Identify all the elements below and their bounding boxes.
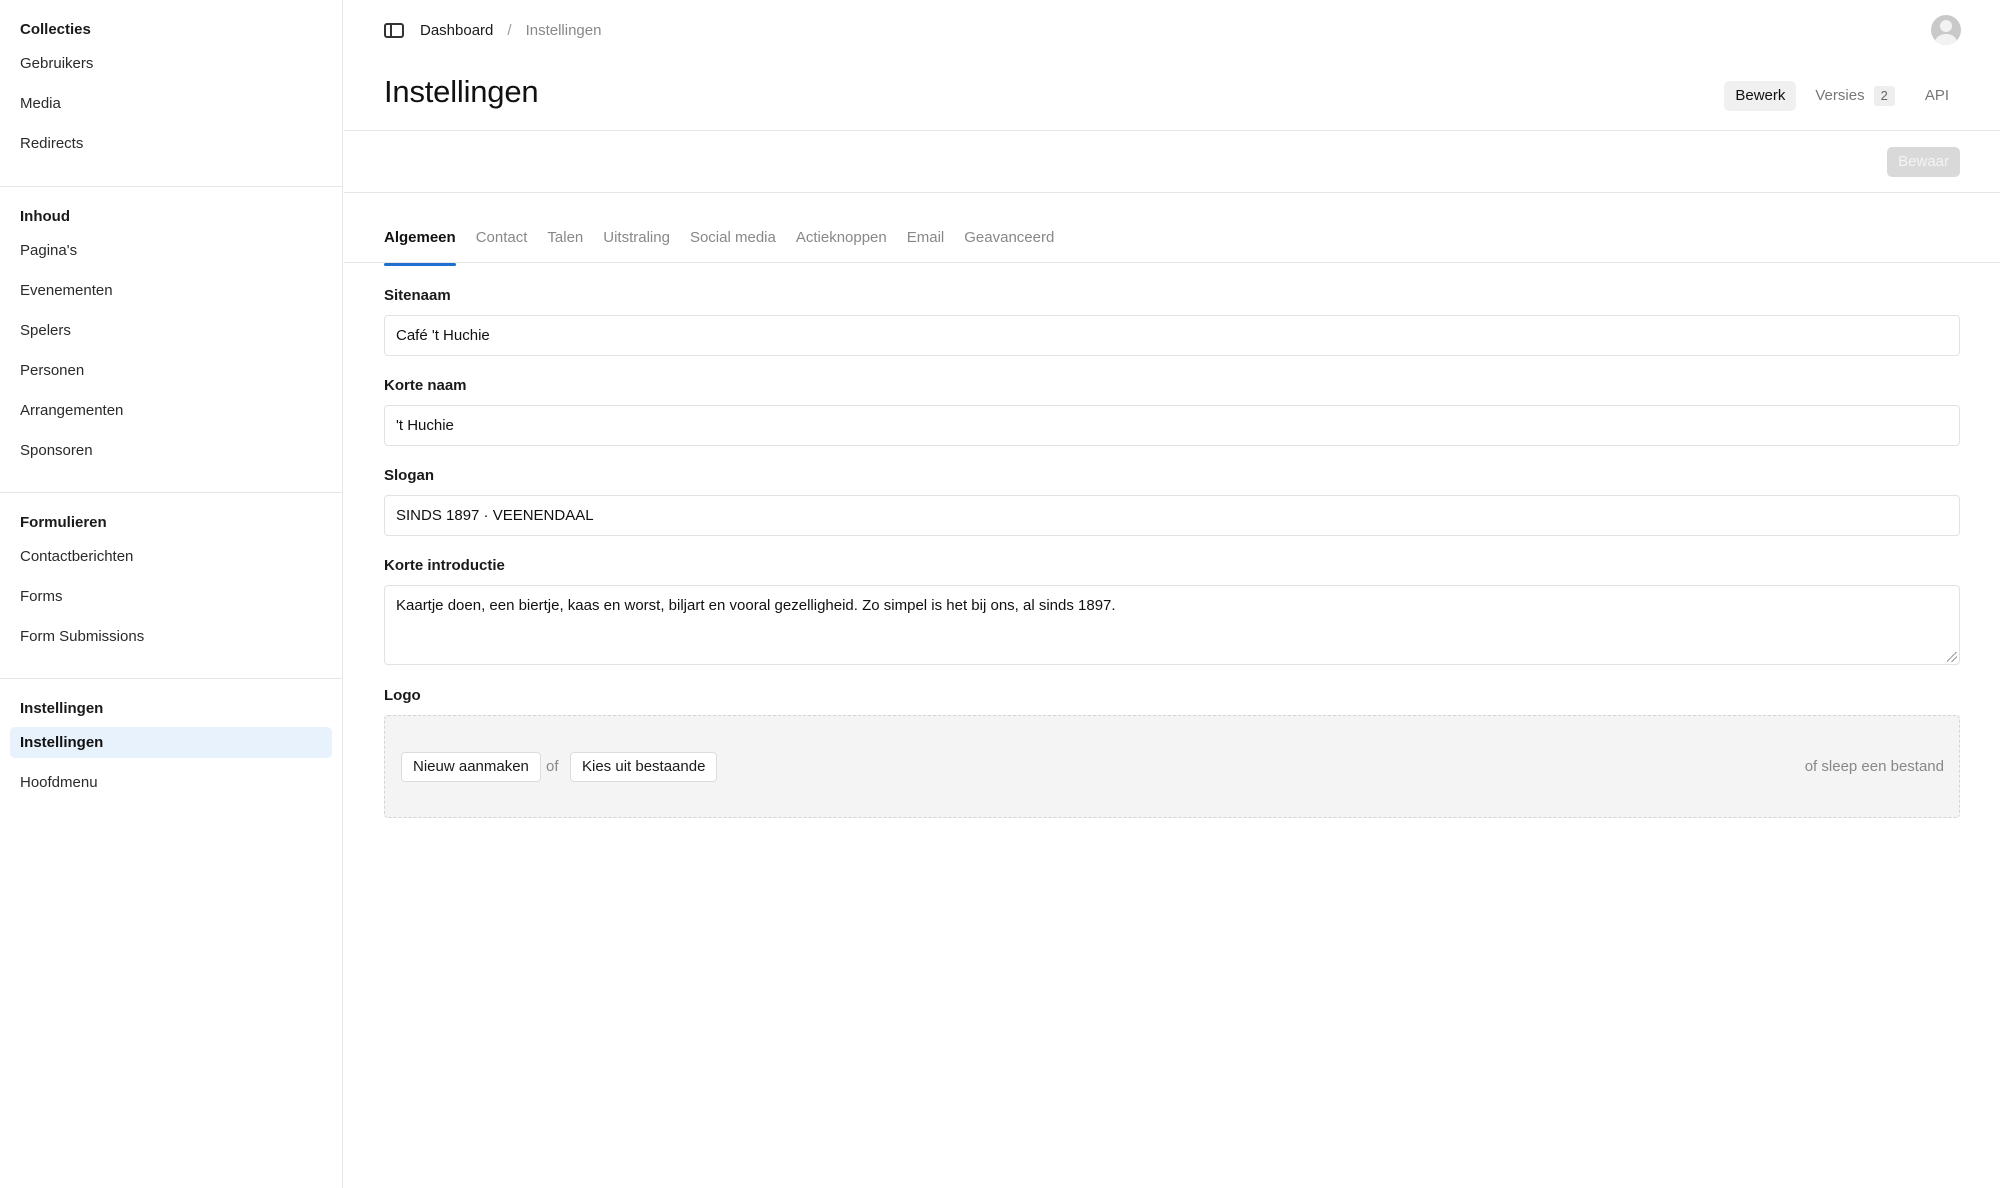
nav-group-title: Instellingen <box>20 700 104 717</box>
main-content: Dashboard / Instellingen Instellingen Be… <box>344 0 2000 1188</box>
choose-existing-button[interactable]: Kies uit bestaande <box>570 752 718 782</box>
tab-contact[interactable]: Contact <box>476 224 528 264</box>
tab-social-media[interactable]: Social media <box>690 224 776 264</box>
view-tab-api-label: API <box>1924 87 1949 104</box>
header-divider <box>344 130 2000 131</box>
sidebar-item-form-submissions[interactable]: Form Submissions <box>10 621 332 652</box>
sidebar-item-instellingen[interactable]: Instellingen <box>10 727 332 758</box>
sidebar-item-arrangementen[interactable]: Arrangementen <box>10 395 332 426</box>
drop-file-hint: of sleep een bestand <box>1804 758 1944 775</box>
view-tab-versions-label: Versies <box>1815 87 1865 104</box>
versions-count-badge: 2 <box>1873 86 1895 106</box>
tabs-divider <box>344 262 2000 263</box>
nav-group-inhoud: Inhoud Pagina's Evenementen Spelers Pers… <box>0 187 342 493</box>
breadcrumb-dashboard[interactable]: Dashboard <box>420 22 493 39</box>
sidebar-toggle-icon[interactable] <box>384 22 404 38</box>
nav-group-title: Collecties <box>20 21 91 38</box>
sidebar-item-gebruikers[interactable]: Gebruikers <box>10 48 332 79</box>
sidebar-item-hoofdmenu[interactable]: Hoofdmenu <box>10 767 332 798</box>
nav-group-formulieren: Formulieren Contactberichten Forms Form … <box>0 493 342 679</box>
sidebar-item-sponsoren[interactable]: Sponsoren <box>10 435 332 466</box>
settings-tabs: Algemeen Contact Talen Uitstraling Socia… <box>384 224 1054 266</box>
sidebar-item-contactberichten[interactable]: Contactberichten <box>10 541 332 572</box>
view-tabs: Bewerk Versies 2 API <box>1724 81 1960 111</box>
breadcrumb-separator: / <box>507 21 512 39</box>
view-tab-versions[interactable]: Versies 2 <box>1804 81 1905 111</box>
sidebar-item-media[interactable]: Media <box>10 88 332 119</box>
page-title: Instellingen <box>384 74 539 109</box>
slogan-label: Slogan <box>384 467 435 484</box>
slogan-input[interactable]: SINDS 1897 · VEENENDAAL <box>384 495 1960 536</box>
save-button[interactable]: Bewaar <box>1887 147 1960 177</box>
tab-email[interactable]: Email <box>907 224 945 264</box>
nav-group-title: Inhoud <box>20 208 70 225</box>
view-tab-api[interactable]: API <box>1914 81 1960 111</box>
tab-geavanceerd[interactable]: Geavanceerd <box>964 224 1054 264</box>
tab-algemeen[interactable]: Algemeen <box>384 224 456 266</box>
sidebar-item-evenementen[interactable]: Evenementen <box>10 275 332 306</box>
short-name-input[interactable]: 't Huchie <box>384 405 1960 446</box>
resize-handle-icon[interactable] <box>1947 652 1957 662</box>
intro-label: Korte introductie <box>384 557 505 574</box>
nav-group-instellingen: Instellingen Instellingen Hoofdmenu <box>0 679 342 810</box>
avatar[interactable] <box>1931 15 1961 45</box>
tab-uitstraling[interactable]: Uitstraling <box>603 224 670 264</box>
sidebar-item-spelers[interactable]: Spelers <box>10 315 332 346</box>
breadcrumb-current: Instellingen <box>525 21 602 39</box>
nav-group-title: Formulieren <box>20 514 107 531</box>
site-name-label: Sitenaam <box>384 287 451 304</box>
toolbar-divider <box>344 192 2000 193</box>
breadcrumb: Dashboard / Instellingen <box>384 18 601 42</box>
logo-upload-dropzone[interactable]: Nieuw aanmaken of Kies uit bestaande of … <box>384 715 1960 818</box>
nav-group-collecties: Collecties Gebruikers Media Redirects <box>0 0 342 187</box>
tab-talen[interactable]: Talen <box>547 224 583 264</box>
sidebar-item-personen[interactable]: Personen <box>10 355 332 386</box>
site-name-input[interactable]: Café 't Huchie <box>384 315 1960 356</box>
logo-label: Logo <box>384 687 421 704</box>
sidebar-item-redirects[interactable]: Redirects <box>10 128 332 159</box>
short-name-label: Korte naam <box>384 377 467 394</box>
sidebar: Collecties Gebruikers Media Redirects In… <box>0 0 343 1188</box>
intro-textarea[interactable]: Kaartje doen, een biertje, kaas en worst… <box>384 585 1960 665</box>
intro-text: Kaartje doen, een biertje, kaas en worst… <box>396 597 1116 614</box>
upload-or-text: of <box>546 758 559 775</box>
view-tab-edit-label: Bewerk <box>1735 87 1786 104</box>
view-tab-edit[interactable]: Bewerk <box>1724 81 1797 111</box>
sidebar-item-paginas[interactable]: Pagina's <box>10 235 332 266</box>
tab-actieknoppen[interactable]: Actieknoppen <box>796 224 887 264</box>
create-new-button[interactable]: Nieuw aanmaken <box>401 752 541 782</box>
sidebar-item-forms[interactable]: Forms <box>10 581 332 612</box>
